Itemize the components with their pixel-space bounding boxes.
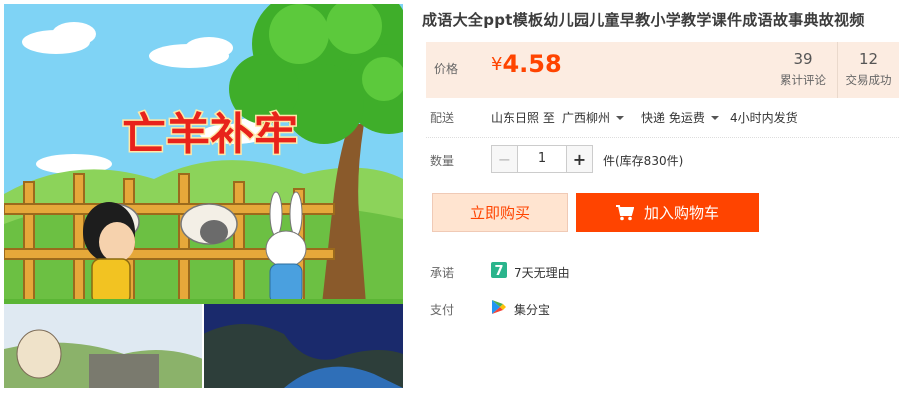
quantity-stepper[interactable]: − 1 + (491, 145, 593, 173)
reviews-stat[interactable]: 39 累计评论 (769, 42, 837, 98)
shipping-row: 配送 山东日照 至 广西柳州 快递 免运费 4小时内发货 (422, 106, 899, 126)
quantity-input[interactable]: 1 (518, 146, 566, 172)
promise-label: 承诺 (430, 266, 455, 280)
decrease-button[interactable]: − (492, 146, 518, 172)
ship-method-text: 快递 免运费 (641, 111, 705, 125)
payment-row: 支付 集分宝 (422, 298, 899, 318)
price-box: 价格 ¥4.58 39 累计评论 12 交易成功 (426, 42, 899, 98)
image-title-lettering: 亡羊补牢 (121, 108, 300, 162)
product-info-panel: 成语大全ppt模板幼儿园儿童早教小学教学课件成语故事典故视频 价格 ¥4.58 … (422, 0, 899, 411)
deals-count: 12 (858, 50, 879, 68)
buy-now-label: 立即购买 (469, 204, 530, 222)
quantity-label: 数量 (430, 154, 455, 168)
play-store-icon (492, 300, 506, 314)
ship-to-select[interactable]: 广西柳州 (562, 109, 625, 126)
svg-text:亡羊补牢: 亡羊补牢 (122, 109, 298, 160)
promise-text[interactable]: 7天无理由 (514, 264, 570, 281)
increase-button[interactable]: + (566, 146, 592, 172)
payment-text[interactable]: 集分宝 (514, 301, 550, 318)
price-value: ¥4.58 (491, 50, 562, 78)
divider (426, 137, 899, 138)
price-label: 价格 (434, 62, 459, 76)
ship-from: 山东日照 至 (491, 111, 555, 125)
product-title: 成语大全ppt模板幼儿园儿童早教小学教学课件成语故事典故视频 (422, 11, 865, 29)
quantity-row: 数量 − 1 + 件(库存830件) (422, 145, 899, 173)
price-number: 4.58 (502, 50, 562, 78)
reviews-count: 39 (793, 50, 813, 68)
stock-text: 件(库存830件) (603, 154, 684, 168)
currency-symbol: ¥ (491, 54, 503, 75)
buy-now-button[interactable]: 立即购买 (432, 193, 568, 232)
add-to-cart-label: 加入购物车 (643, 204, 719, 222)
product-image-gallery[interactable]: 亡羊补牢 (4, 4, 403, 388)
ship-to-text: 广西柳州 (562, 111, 611, 125)
dispatch-time: 4小时内发货 (730, 111, 798, 125)
promise-row: 承诺 7 7天无理由 (422, 261, 899, 281)
cart-icon (615, 204, 634, 220)
ship-method-select[interactable]: 快递 免运费 (641, 109, 719, 126)
chevron-down-icon (616, 116, 625, 120)
deals-stat: 12 交易成功 (837, 42, 899, 98)
chevron-down-icon (710, 116, 719, 120)
shipping-label: 配送 (430, 111, 455, 125)
reviews-label: 累计评论 (780, 73, 826, 87)
add-to-cart-button[interactable]: 加入购物车 (576, 193, 759, 232)
svg-text:7: 7 (494, 264, 503, 278)
payment-label: 支付 (430, 303, 455, 317)
seven-day-return-icon: 7 (491, 262, 507, 278)
product-main-image[interactable]: 亡羊补牢 (4, 4, 403, 388)
deals-label: 交易成功 (845, 73, 892, 87)
